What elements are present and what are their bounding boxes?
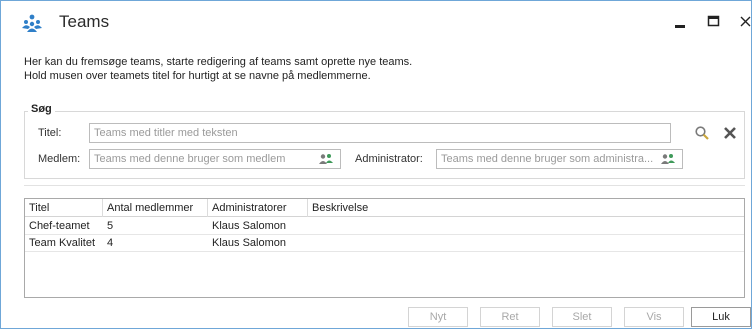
- table-header: Titel Antal medlemmer Administratorer Be…: [25, 199, 744, 217]
- title-bar: Teams: [1, 1, 751, 45]
- table-row[interactable]: Chef-teamet 5 Klaus Salomon: [25, 218, 744, 235]
- teams-window: Teams Her kan du fremsøge teams, starte …: [0, 0, 752, 329]
- column-header-administrators[interactable]: Administratorer: [208, 199, 308, 217]
- admin-label: Administrator:: [355, 153, 423, 165]
- minimize-icon[interactable]: [669, 11, 691, 33]
- maximize-icon[interactable]: [703, 11, 725, 33]
- close-icon[interactable]: [735, 11, 752, 33]
- admin-search-field[interactable]: Teams med denne bruger som administra...: [436, 149, 683, 169]
- user-picker-icon[interactable]: [319, 153, 333, 165]
- window-title: Teams: [59, 12, 110, 31]
- cell-description: [308, 218, 316, 235]
- intro-text: Her kan du fremsøge teams, starte redige…: [24, 55, 412, 83]
- section-divider: [24, 185, 745, 186]
- cell-administrators: Klaus Salomon: [212, 220, 286, 232]
- cell-administrators: Klaus Salomon: [212, 237, 286, 249]
- intro-line-2: Hold musen over teamets titel for hurtig…: [24, 70, 371, 82]
- clear-icon[interactable]: [722, 125, 738, 141]
- search-legend: Søg: [28, 103, 55, 115]
- column-header-title[interactable]: Titel: [25, 199, 103, 217]
- title-search-input[interactable]: Teams med titler med teksten: [89, 123, 671, 143]
- cell-member-count: 4: [107, 237, 114, 249]
- member-field-text: Teams med denne bruger som medlem: [94, 153, 286, 165]
- delete-button[interactable]: Slet: [552, 307, 612, 327]
- show-button[interactable]: Vis: [624, 307, 684, 327]
- cell-title[interactable]: Team Kvalitet: [25, 235, 99, 252]
- intro-line-1: Her kan du fremsøge teams, starte redige…: [24, 56, 413, 68]
- title-label: Titel:: [38, 127, 62, 139]
- teams-app-icon: [22, 14, 42, 32]
- member-search-field[interactable]: Teams med denne bruger som medlem: [89, 149, 341, 169]
- teams-table: Titel Antal medlemmer Administratorer Be…: [24, 198, 745, 298]
- search-icon[interactable]: [694, 125, 710, 141]
- row-divider: [25, 251, 744, 252]
- column-header-description[interactable]: Beskrivelse: [308, 199, 744, 217]
- column-header-member-count[interactable]: Antal medlemmer: [103, 199, 208, 217]
- admin-field-text: Teams med denne bruger som administra...: [441, 153, 654, 165]
- table-row[interactable]: Team Kvalitet 4 Klaus Salomon: [25, 235, 744, 252]
- cell-title[interactable]: Chef-teamet: [25, 218, 94, 235]
- cell-member-count: 5: [107, 220, 114, 232]
- cell-description: [308, 235, 316, 252]
- new-button[interactable]: Nyt: [408, 307, 468, 327]
- user-picker-icon[interactable]: [661, 153, 675, 165]
- member-label: Medlem:: [38, 153, 81, 165]
- edit-button[interactable]: Ret: [480, 307, 540, 327]
- close-button[interactable]: Luk: [691, 307, 751, 327]
